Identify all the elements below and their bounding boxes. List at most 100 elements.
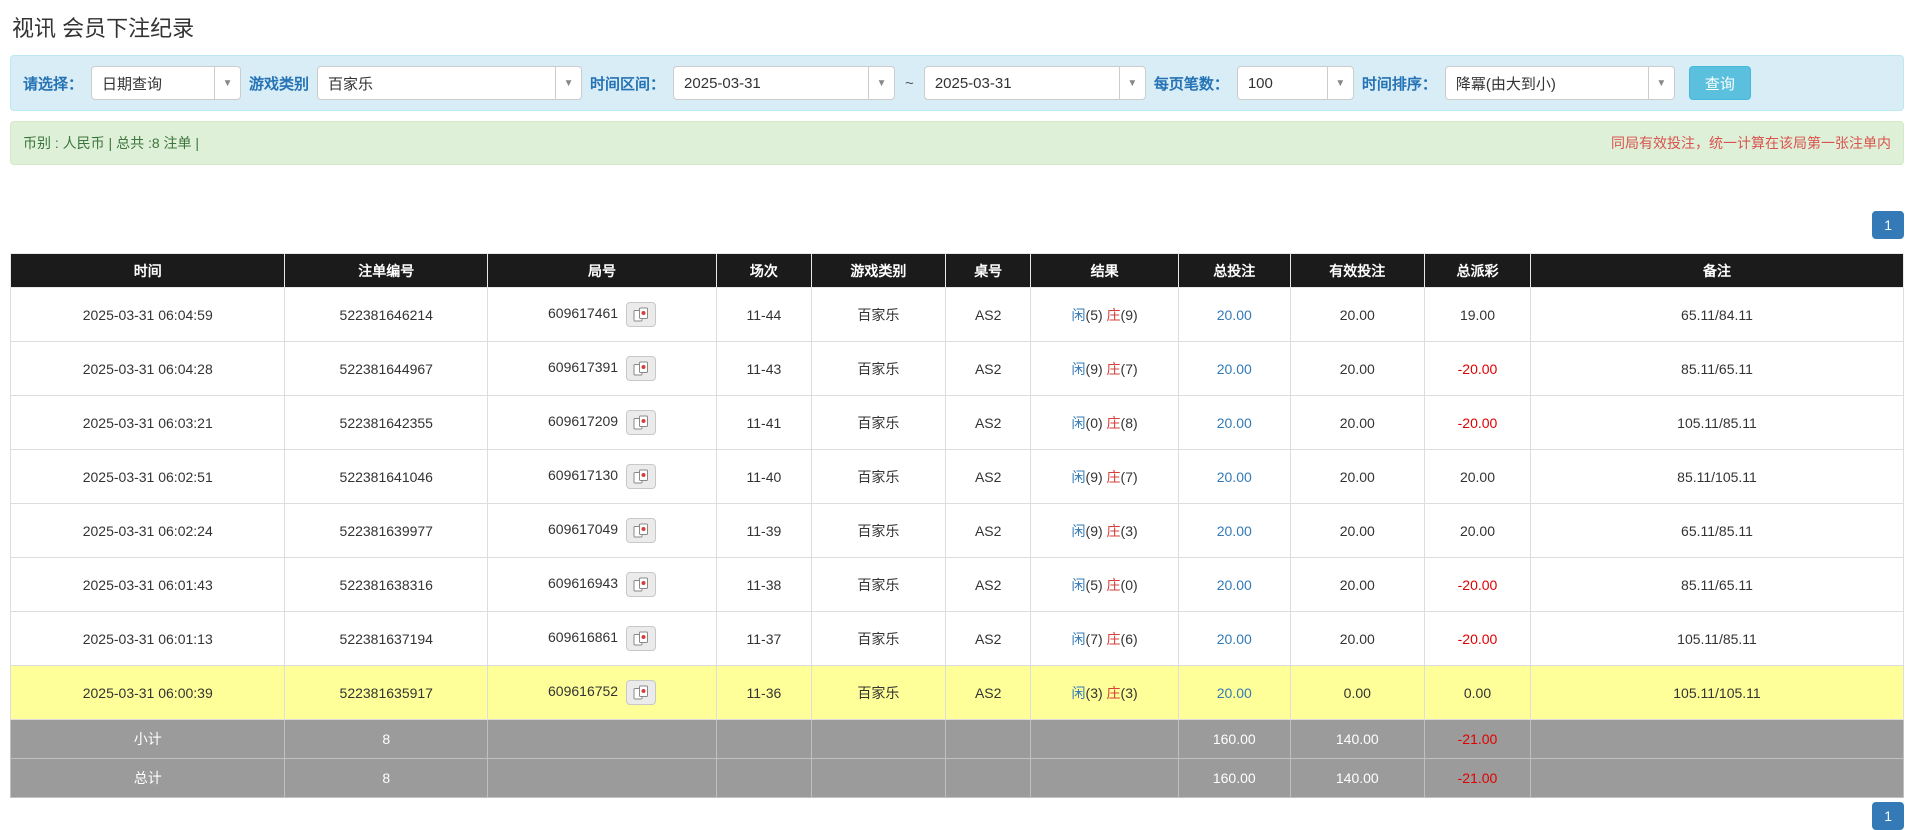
table-row: 2025-03-31 06:03:21522381642355609617209… xyxy=(11,396,1904,450)
cell-total-bet: 20.00 xyxy=(1178,504,1290,558)
cell-payout: 0.00 xyxy=(1424,666,1530,720)
cell-total-bet: 20.00 xyxy=(1178,288,1290,342)
cell-time: 2025-03-31 06:01:43 xyxy=(11,558,285,612)
page-size-select[interactable]: 100 ▼ xyxy=(1237,66,1354,100)
round-number: 609616861 xyxy=(548,629,618,645)
table-row: 2025-03-31 06:01:43522381638316609616943… xyxy=(11,558,1904,612)
query-type-value: 日期查询 xyxy=(92,73,172,94)
cards-result-icon[interactable] xyxy=(626,680,656,705)
cards-result-icon[interactable] xyxy=(626,518,656,543)
cell-time: 2025-03-31 06:01:13 xyxy=(11,612,285,666)
round-number: 609616943 xyxy=(548,575,618,591)
time-sort-label: 时间排序： xyxy=(1362,73,1437,94)
query-type-select[interactable]: 日期查询 ▼ xyxy=(91,66,241,100)
page-number-button[interactable]: 1 xyxy=(1872,802,1904,830)
cell-game-type: 百家乐 xyxy=(811,504,945,558)
round-number: 609616752 xyxy=(548,683,618,699)
cell-bet-id: 522381642355 xyxy=(285,396,488,450)
cell-round: 609617049 xyxy=(488,504,717,558)
cell-bet-id: 522381639977 xyxy=(285,504,488,558)
chevron-down-icon: ▼ xyxy=(214,67,240,99)
cards-result-icon[interactable] xyxy=(626,626,656,651)
payout-value: 20.00 xyxy=(1460,523,1495,539)
cell-valid-bet: 20.00 xyxy=(1290,558,1424,612)
cell-payout: 19.00 xyxy=(1424,288,1530,342)
cards-result-icon[interactable] xyxy=(626,572,656,597)
banker-result-label: 庄 xyxy=(1107,523,1121,539)
game-type-label: 游戏类别 xyxy=(249,73,309,94)
page-number-button[interactable]: 1 xyxy=(1872,211,1904,239)
column-header: 局号 xyxy=(488,254,717,288)
cell-empty xyxy=(1031,759,1179,798)
chevron-down-icon: ▼ xyxy=(1327,67,1353,99)
cell-note: 105.11/85.11 xyxy=(1530,612,1903,666)
payout-value: 0.00 xyxy=(1464,685,1491,701)
cell-round: 609617130 xyxy=(488,450,717,504)
cell-bet-id: 522381635917 xyxy=(285,666,488,720)
pagination-top: 1 xyxy=(10,211,1904,239)
player-result-label: 闲 xyxy=(1072,469,1086,485)
round-number: 609617461 xyxy=(548,305,618,321)
table-body: 2025-03-31 06:04:59522381646214609617461… xyxy=(11,288,1904,798)
cell-round: 609617461 xyxy=(488,288,717,342)
table-row: 2025-03-31 06:04:59522381646214609617461… xyxy=(11,288,1904,342)
filter-bar: 请选择： 日期查询 ▼ 游戏类别 百家乐 ▼ 时间区间： 2025-03-31 … xyxy=(10,55,1904,111)
cell-result: 闲(9) 庄(7) xyxy=(1031,342,1179,396)
cell-round: 609617209 xyxy=(488,396,717,450)
results-table: 时间注单编号局号场次游戏类别桌号结果总投注有效投注总派彩备注 2025-03-3… xyxy=(10,253,1904,798)
total-bet-link[interactable]: 20.00 xyxy=(1217,361,1252,377)
date-from-select[interactable]: 2025-03-31 ▼ xyxy=(673,66,895,100)
cards-result-icon[interactable] xyxy=(626,410,656,435)
total-bet-link[interactable]: 20.00 xyxy=(1217,307,1252,323)
round-number: 609617130 xyxy=(548,467,618,483)
total-bet-link[interactable]: 20.00 xyxy=(1217,469,1252,485)
cell-table-number: AS2 xyxy=(946,450,1031,504)
total-bet-link[interactable]: 20.00 xyxy=(1217,577,1252,593)
player-result-label: 闲 xyxy=(1072,361,1086,377)
time-sort-select[interactable]: 降冪(由大到小) ▼ xyxy=(1445,66,1675,100)
total-bet-link[interactable]: 20.00 xyxy=(1217,685,1252,701)
cell-total-bet: 20.00 xyxy=(1178,666,1290,720)
page-size-label: 每页笔数： xyxy=(1154,73,1229,94)
total-bet-link[interactable]: 20.00 xyxy=(1217,523,1252,539)
banker-result-label: 庄 xyxy=(1107,577,1121,593)
cell-result: 闲(0) 庄(8) xyxy=(1031,396,1179,450)
cell-empty xyxy=(811,759,945,798)
page-title: 视讯 会员下注纪录 xyxy=(10,0,1904,55)
payout-sum-value: -21.00 xyxy=(1458,731,1498,747)
payout-value: 20.00 xyxy=(1460,469,1495,485)
cell-valid-bet: 20.00 xyxy=(1290,504,1424,558)
table-row: 2025-03-31 06:02:51522381641046609617130… xyxy=(11,450,1904,504)
cell-table-number: AS2 xyxy=(946,612,1031,666)
date-range-separator: ~ xyxy=(903,75,916,92)
table-row: 2025-03-31 06:00:39522381635917609616752… xyxy=(11,666,1904,720)
payout-value: -20.00 xyxy=(1458,577,1498,593)
column-header: 结果 xyxy=(1031,254,1179,288)
player-result-label: 闲 xyxy=(1072,523,1086,539)
cards-result-icon[interactable] xyxy=(626,356,656,381)
table-row: 2025-03-31 06:01:13522381637194609616861… xyxy=(11,612,1904,666)
cell-session: 11-37 xyxy=(717,612,812,666)
chevron-down-icon: ▼ xyxy=(1648,67,1674,99)
cell-payout: 20.00 xyxy=(1424,450,1530,504)
cards-result-icon[interactable] xyxy=(626,464,656,489)
cards-result-icon[interactable] xyxy=(626,302,656,327)
column-header: 注单编号 xyxy=(285,254,488,288)
cell-table-number: AS2 xyxy=(946,396,1031,450)
cell-session: 11-36 xyxy=(717,666,812,720)
cell-payout-sum: -21.00 xyxy=(1424,720,1530,759)
total-bet-link[interactable]: 20.00 xyxy=(1217,415,1252,431)
round-number: 609617049 xyxy=(548,521,618,537)
cell-total-bet: 20.00 xyxy=(1178,342,1290,396)
cell-total-bet: 20.00 xyxy=(1178,396,1290,450)
cell-empty xyxy=(488,720,717,759)
search-button[interactable]: 查询 xyxy=(1689,66,1751,100)
total-bet-link[interactable]: 20.00 xyxy=(1217,631,1252,647)
column-header: 游戏类别 xyxy=(811,254,945,288)
cell-payout: -20.00 xyxy=(1424,612,1530,666)
cell-round: 609616861 xyxy=(488,612,717,666)
column-header: 时间 xyxy=(11,254,285,288)
total-row: 小计8160.00140.00-21.00 xyxy=(11,720,1904,759)
game-type-select[interactable]: 百家乐 ▼ xyxy=(317,66,582,100)
date-to-select[interactable]: 2025-03-31 ▼ xyxy=(924,66,1146,100)
